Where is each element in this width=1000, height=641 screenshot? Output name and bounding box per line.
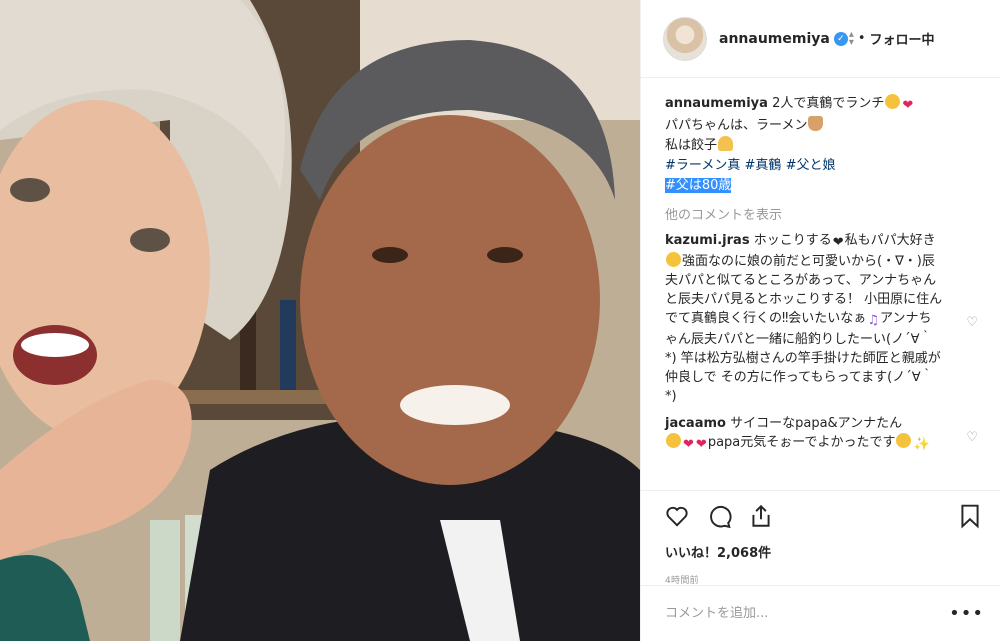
sparkle-emoji-icon: ✨ [913, 437, 930, 452]
comment-item: kazumi.jras ホッこりする❤私もパパ大好き強面なのに娘の前だと可愛いか… [665, 231, 984, 406]
caption-line3: 私は餃子 [665, 138, 718, 153]
caption-username[interactable]: annaumemiya [665, 96, 768, 111]
heart-icon[interactable] [663, 502, 691, 530]
post-photo [0, 0, 640, 641]
comment-username[interactable]: kazumi.jras [665, 233, 750, 248]
laughing-emoji-icon [666, 252, 681, 267]
black-heart-emoji-icon: ❤ [832, 235, 844, 250]
comment-like-heart-icon[interactable]: ♡ [966, 313, 978, 332]
comments-list[interactable]: annaumemiya 2人で真鶴でランチ ❤ パパちゃんは、ラーメン 私は餃子 … [641, 78, 1000, 490]
comment-item: jacaamo サイコーなpapa&アンナたん ❤ ❤papa元気そぉーでよかったで… [665, 414, 984, 454]
add-comment-input[interactable] [665, 606, 950, 621]
view-more-comments-link[interactable]: 他のコメントを表示 [665, 204, 984, 223]
heart-emoji-icon: ❤ [683, 437, 694, 452]
verified-badge-icon: ✓ [833, 31, 848, 46]
comment-text: 私もパパ大好き [844, 233, 936, 248]
avatar[interactable] [663, 16, 707, 61]
follow-button[interactable]: フォロー中 [870, 29, 935, 48]
bookmark-icon[interactable] [956, 502, 984, 530]
heart-emoji-icon: ❤ [695, 437, 707, 452]
heart-emoji-icon: ❤ [902, 98, 914, 113]
smile-emoji-icon [666, 433, 681, 448]
chevron-updown-icon[interactable]: ▴ ▾ [849, 29, 854, 47]
post-actions-bar [641, 490, 1000, 540]
hashtag-link-selected[interactable]: #父は80歳 [665, 178, 732, 193]
comment-text: ホッこりする [753, 233, 832, 248]
comment-like-heart-icon[interactable]: ♡ [966, 428, 978, 447]
hashtag-link[interactable]: #真鶴 [745, 158, 782, 173]
header-separator: • [857, 31, 866, 46]
more-options-icon[interactable]: ••• [949, 603, 984, 624]
caption-line2: パパちゃんは、ラーメン [665, 118, 808, 133]
speech-bubble-icon[interactable] [705, 502, 733, 530]
ramen-emoji-icon [808, 116, 824, 131]
comment-text: papa元気そぉーでよかったです [707, 435, 896, 450]
caption-line1: 2人で真鶴でランチ [772, 96, 885, 111]
post-caption: annaumemiya 2人で真鶴でランチ ❤ パパちゃんは、ラーメン 私は餃子 … [665, 94, 984, 196]
add-comment-bar: ••• [641, 585, 1000, 641]
music-note-emoji-icon: ♫ [867, 313, 879, 328]
selfie-image [0, 0, 640, 641]
post-side-panel: annaumemiya ✓ ▴ ▾ • フォロー中 annaumemiya 2人で… [640, 0, 1000, 641]
like-count[interactable]: いいね！2,068件 [641, 542, 1000, 561]
gyoza-emoji-icon [718, 136, 734, 151]
laughing-emoji-icon [896, 433, 912, 448]
hashtag-link[interactable]: #父と娘 [786, 158, 836, 173]
smile-emoji-icon [885, 94, 901, 109]
share-icon[interactable] [747, 502, 775, 530]
comment-username[interactable]: jacaamo [665, 416, 726, 431]
header-username[interactable]: annaumemiya [719, 31, 830, 47]
hashtag-link[interactable]: #ラーメン真 [665, 158, 740, 173]
post-header: annaumemiya ✓ ▴ ▾ • フォロー中 [641, 0, 1000, 78]
comment-text: サイコーなpapa&アンナたん [730, 416, 903, 431]
